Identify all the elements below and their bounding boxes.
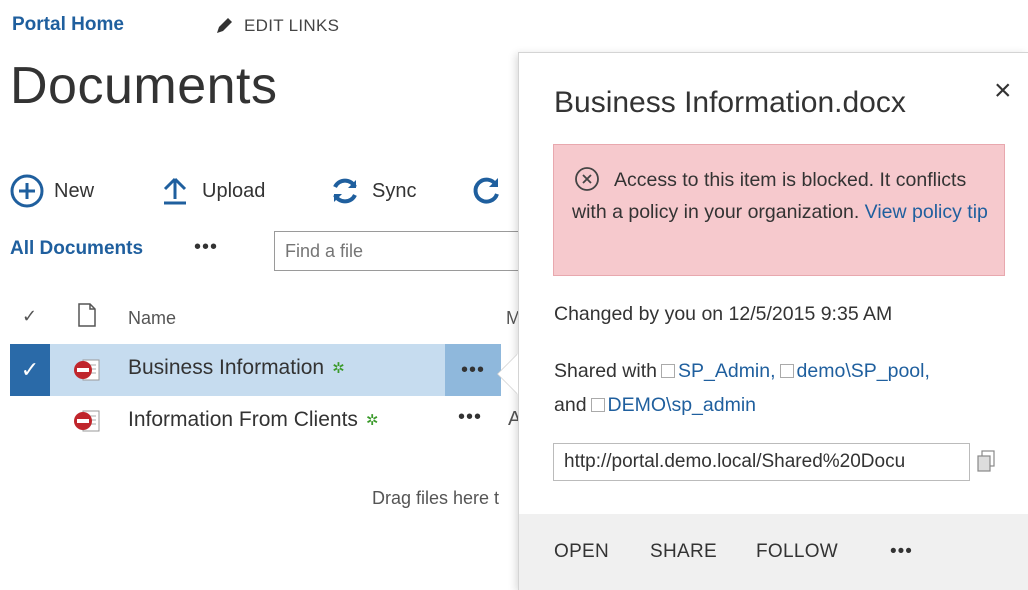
shared-user-link[interactable]: SP_Admin, — [678, 360, 776, 382]
user-presence-icon — [660, 364, 675, 378]
blocked-document-icon — [74, 410, 100, 432]
shared-user-link[interactable]: demo\SP_pool, — [797, 360, 930, 382]
refresh-button[interactable] — [470, 174, 504, 208]
view-policy-tip-link[interactable]: View policy tip — [865, 201, 988, 223]
find-file-input[interactable] — [274, 231, 524, 271]
open-button[interactable]: OPEN — [554, 541, 609, 563]
document-name: Information From Clients — [128, 408, 358, 431]
new-label: New — [54, 179, 95, 202]
shared-prefix: Shared with — [554, 360, 657, 382]
select-all-checkbox[interactable]: ✓ — [22, 306, 37, 327]
upload-arrow-icon — [163, 177, 187, 205]
sync-button[interactable]: Sync — [328, 174, 416, 208]
sync-label: Sync — [372, 179, 417, 202]
share-button[interactable]: SHARE — [650, 541, 717, 563]
user-presence-icon — [779, 364, 794, 378]
drag-files-hint: Drag files here t — [372, 488, 500, 508]
document-name-link[interactable]: Information From Clients ✲ — [128, 408, 378, 432]
shared-user-link[interactable]: DEMO\sp_admin — [608, 394, 756, 416]
more-actions-button[interactable]: ••• — [890, 541, 913, 563]
new-item-icon: ✲ — [332, 360, 345, 377]
file-type-icon — [78, 303, 96, 327]
close-icon[interactable]: × — [994, 74, 1012, 108]
row-more-button[interactable]: ••• — [445, 344, 501, 396]
plus-circle-icon — [10, 174, 44, 208]
pencil-icon — [217, 18, 232, 33]
name-column-header[interactable]: Name — [128, 308, 176, 329]
document-url-field[interactable] — [553, 443, 970, 481]
document-name-link[interactable]: Business Information ✲ — [128, 356, 345, 380]
edit-links-label: EDIT LINKS — [244, 16, 340, 35]
upload-label: Upload — [202, 179, 266, 202]
portal-home-link[interactable]: Portal Home — [12, 14, 124, 36]
document-name: Business Information — [128, 356, 325, 379]
callout-pointer — [498, 354, 518, 394]
row-checkbox[interactable]: ✓ — [10, 344, 50, 396]
user-presence-icon — [590, 398, 605, 412]
follow-button[interactable]: FOLLOW — [756, 541, 838, 563]
policy-warning-text: Access to this item is blocked. It confl… — [572, 164, 992, 228]
view-all-documents[interactable]: All Documents — [10, 238, 143, 260]
blocked-document-icon — [74, 359, 100, 381]
page-title: Documents — [10, 57, 278, 115]
refresh-icon — [473, 177, 499, 204]
edit-links-button[interactable]: EDIT LINKS — [214, 16, 339, 36]
shared-and: and — [554, 394, 587, 416]
copy-url-icon[interactable] — [976, 450, 996, 472]
row-more-button[interactable]: ••• — [458, 406, 482, 429]
sync-icon — [333, 178, 357, 204]
upload-button[interactable]: Upload — [158, 174, 265, 208]
view-more-button[interactable]: ••• — [194, 236, 218, 259]
shared-with-text: Shared with SP_Admin, demo\SP_pool, and DEM… — [554, 354, 1004, 422]
blocked-circle-x-icon — [575, 167, 599, 191]
changed-by-text: Changed by you on 12/5/2015 9:35 AM — [554, 303, 893, 325]
callout-title: Business Information.docx — [554, 86, 906, 119]
new-item-icon: ✲ — [365, 412, 379, 429]
new-button[interactable]: New — [10, 174, 94, 208]
